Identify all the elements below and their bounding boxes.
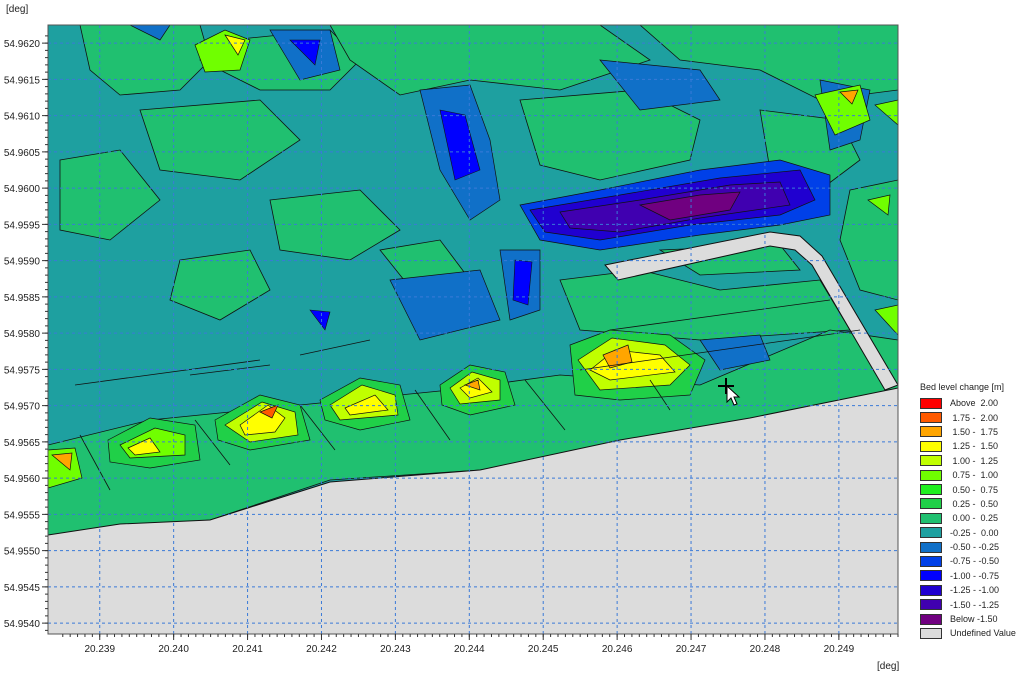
legend-item: -1.25 - -1.00 (920, 583, 1016, 597)
legend-label: Undefined Value (950, 628, 1016, 639)
x-tick-label: 20.243 (380, 644, 411, 655)
legend-label: -1.00 - -0.75 (950, 570, 1000, 581)
legend-label: 1.00 - 1.25 (950, 455, 999, 466)
legend-label: 1.25 - 1.50 (950, 441, 999, 452)
x-tick-label: 20.245 (528, 644, 559, 655)
legend-item: 0.25 - 0.50 (920, 497, 1016, 511)
legend-label: -0.75 - -0.50 (950, 556, 1000, 567)
x-tick-label: 20.249 (824, 644, 855, 655)
legend-label: 0.25 - 0.50 (950, 498, 999, 509)
y-tick-label: 54.9580 (4, 329, 41, 340)
legend-item: 0.50 - 0.75 (920, 482, 1016, 496)
contour-plot: [deg] [deg] 20.239 20.240 20.241 20.242 … (4, 4, 900, 672)
y-tick-label: 54.9575 (4, 365, 41, 376)
legend-label: 1.50 - 1.75 (950, 426, 999, 437)
legend-swatch (920, 627, 942, 639)
legend-item: -1.00 - -0.75 (920, 569, 1016, 583)
x-tick-label: 20.246 (602, 644, 633, 655)
y-tick-label: 54.9590 (4, 257, 41, 268)
legend-title: Bed level change [m] (920, 382, 1005, 392)
y-tick-label: 54.9540 (4, 619, 41, 630)
legend: Bed level change [m] Above 2.00 1.75 - 2… (920, 382, 1016, 641)
x-tick-label: 20.240 (158, 644, 189, 655)
y-tick-label: 54.9570 (4, 402, 41, 413)
legend-swatch (920, 412, 942, 424)
y-tick-label: 54.9545 (4, 583, 41, 594)
y-tick-label: 54.9615 (4, 75, 41, 86)
legend-item: 1.25 - 1.50 (920, 439, 1016, 453)
x-tick-label: 20.241 (232, 644, 263, 655)
x-tick-label: 20.244 (454, 644, 485, 655)
legend-swatch (920, 455, 942, 467)
legend-label: 0.50 - 0.75 (950, 484, 999, 495)
y-tick-label: 54.9555 (4, 510, 41, 521)
legend-swatch (920, 541, 942, 553)
y-tick-label: 54.9560 (4, 474, 41, 485)
legend-item: -0.25 - 0.00 (920, 526, 1016, 540)
y-tick-label: 54.9610 (4, 112, 41, 123)
x-tick-label: 20.242 (306, 644, 337, 655)
legend-swatch (920, 440, 942, 452)
x-tick-label: 20.247 (676, 644, 707, 655)
x-tick-label: 20.239 (84, 644, 115, 655)
legend-label: 0.00 - 0.25 (950, 513, 999, 524)
map-area (48, 25, 898, 634)
legend-item: 1.50 - 1.75 (920, 425, 1016, 439)
legend-label: Above 2.00 (950, 398, 999, 409)
legend-label: 1.75 - 2.00 (950, 412, 999, 423)
legend-item: 0.00 - 0.25 (920, 511, 1016, 525)
legend-item: Undefined Value (920, 626, 1016, 640)
legend-swatch (920, 613, 942, 625)
legend-label: -1.25 - -1.00 (950, 585, 1000, 596)
legend-swatch (920, 469, 942, 481)
legend-swatch (920, 512, 942, 524)
legend-swatch (920, 484, 942, 496)
legend-label: -0.50 - -0.25 (950, 542, 1000, 553)
legend-item: -0.50 - -0.25 (920, 540, 1016, 554)
y-tick-label: 54.9605 (4, 148, 41, 159)
legend-item: Above 2.00 (920, 396, 1016, 410)
y-tick-label: 54.9565 (4, 438, 41, 449)
legend-item: 1.75 - 2.00 (920, 410, 1016, 424)
legend-swatch (920, 555, 942, 567)
y-tick-label: 54.9550 (4, 547, 41, 558)
legend-item: Below -1.50 (920, 612, 1016, 626)
legend-swatch (920, 599, 942, 611)
x-tick-label: 20.248 (750, 644, 781, 655)
y-tick-label: 54.9585 (4, 293, 41, 304)
x-axis-unit: [deg] (877, 661, 899, 672)
y-tick-label: 54.9595 (4, 220, 41, 231)
legend-item: -1.50 - -1.25 (920, 597, 1016, 611)
y-axis-unit: [deg] (6, 4, 28, 15)
legend-label: Below -1.50 (950, 614, 998, 625)
legend-swatch (920, 397, 942, 409)
legend-item: -0.75 - -0.50 (920, 554, 1016, 568)
legend-swatch (920, 584, 942, 596)
legend-item: 0.75 - 1.00 (920, 468, 1016, 482)
legend-item: 1.00 - 1.25 (920, 454, 1016, 468)
legend-swatch (920, 570, 942, 582)
legend-swatch (920, 498, 942, 510)
y-tick-label: 54.9600 (4, 184, 41, 195)
legend-label: 0.75 - 1.00 (950, 470, 999, 481)
legend-label: -1.50 - -1.25 (950, 599, 1000, 610)
legend-swatch (920, 527, 942, 539)
legend-swatch (920, 426, 942, 438)
legend-label: -0.25 - 0.00 (950, 527, 999, 538)
y-tick-label: 54.9620 (4, 39, 41, 50)
